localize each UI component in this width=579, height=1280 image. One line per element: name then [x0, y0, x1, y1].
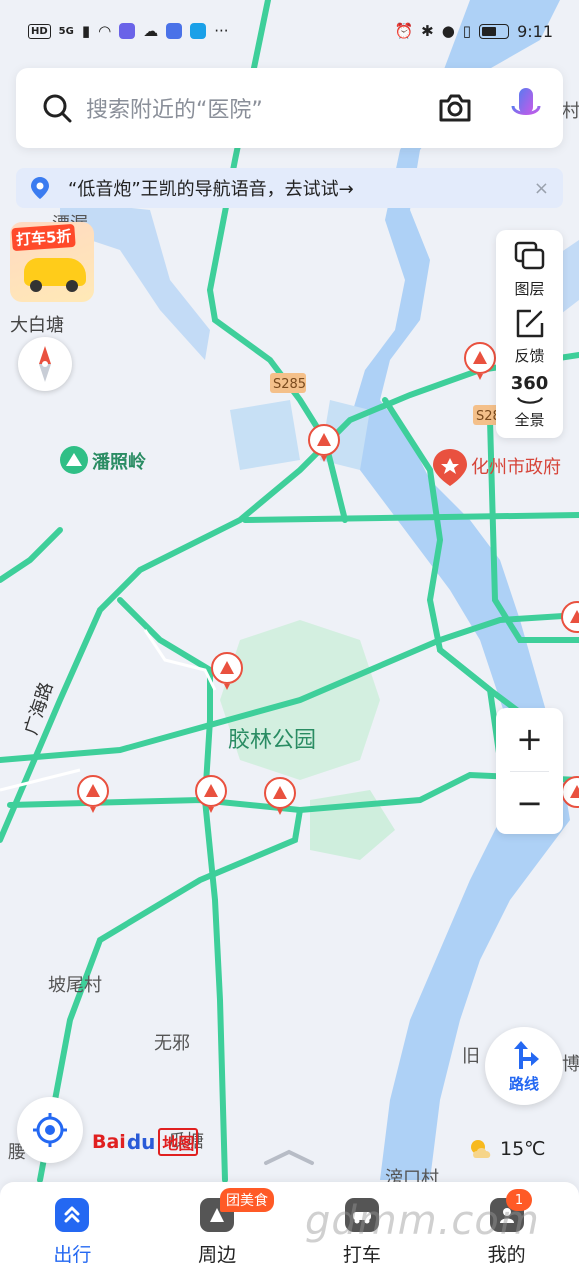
logo-text: Bai	[92, 1131, 126, 1153]
label-dabaitang: 大白塘	[10, 315, 64, 336]
car-icon	[24, 258, 86, 292]
crosshair-icon	[33, 1113, 67, 1147]
feedback-label: 反馈	[514, 346, 545, 365]
music-icon	[166, 23, 183, 39]
signal-label: 5G	[58, 25, 74, 37]
label-jiaolin-park: 胶林公园	[228, 728, 316, 753]
feedback-icon	[516, 309, 543, 337]
wifi-icon: ◠	[98, 21, 112, 40]
nav-label: 出行	[53, 1244, 92, 1266]
compass-button[interactable]	[18, 337, 72, 391]
locate-button[interactable]	[17, 1097, 83, 1163]
battery-icon	[479, 23, 510, 39]
location-pin-icon	[31, 177, 49, 199]
nav-label: 打车	[342, 1244, 381, 1266]
taxi-promo[interactable]: 打车5折	[10, 222, 94, 302]
app-icon	[119, 23, 136, 39]
label-powei: 坡尾村	[48, 975, 102, 996]
panorama-label: 全景	[514, 411, 545, 430]
notice-text[interactable]: “低音炮”王凯的导航语音，去试试→	[68, 175, 534, 201]
rotate-icon	[516, 397, 543, 405]
layers-icon	[514, 241, 544, 270]
mountain-icon	[60, 446, 88, 474]
weather-widget[interactable]: 15℃	[468, 1138, 546, 1160]
browser-icon	[190, 23, 207, 39]
hd-badge: HD	[28, 23, 51, 39]
label-panzhaoling: 潘照岭	[92, 451, 146, 473]
vibrate-icon: ▯	[462, 21, 472, 40]
food-badge: 团美食	[220, 1188, 274, 1212]
promo-label: 打车5折	[11, 223, 77, 252]
compass-icon	[39, 346, 51, 382]
layers-button[interactable]: 图层	[496, 238, 563, 305]
voice-icon[interactable]	[509, 86, 543, 130]
signal-bars-icon: ▮	[81, 21, 91, 40]
zoom-out-button[interactable]: −	[496, 772, 563, 835]
paw-icon: du	[126, 1130, 156, 1154]
voice-notice-banner[interactable]: “低音炮”王凯的导航语音，去试试→ ×	[16, 168, 563, 208]
label-cun: 村	[562, 101, 579, 122]
cloud-icon: ☁	[143, 21, 159, 40]
search-bar[interactable]: 搜索附近的“医院”	[16, 68, 563, 148]
clock: 9:11	[517, 21, 553, 41]
nav-item-travel[interactable]: 出行	[0, 1182, 145, 1280]
route-button[interactable]: 路线	[485, 1027, 563, 1105]
label-wuxie: 无邪	[154, 1033, 190, 1054]
more-icon: ···	[214, 21, 229, 40]
route-label: 路线	[508, 1074, 539, 1093]
temperature: 15℃	[500, 1138, 546, 1160]
search-icon	[43, 94, 72, 123]
label-jiu: 旧	[462, 1046, 480, 1067]
nav-label: 周边	[198, 1244, 237, 1266]
travel-icon	[55, 1198, 90, 1232]
logo-map-text: 地图	[158, 1128, 199, 1156]
map-tools-panel: 图层 反馈 360 全景	[496, 230, 563, 438]
location-icon: ●	[441, 21, 455, 40]
alarm-icon: ⏰	[394, 21, 414, 40]
layers-label: 图层	[514, 280, 545, 298]
panorama-button[interactable]: 360 全景	[496, 371, 563, 438]
route-arrow-icon	[514, 1040, 539, 1069]
label-s285: S285	[273, 377, 306, 392]
zoom-in-button[interactable]: +	[496, 708, 563, 771]
status-bar: HD 5G ▮ ◠ ☁ ··· ⏰ ✱ ● ▯ 9:11	[0, 0, 579, 62]
watermark: gdmm.com	[305, 1198, 540, 1244]
nav-label: 我的	[487, 1244, 526, 1266]
camera-icon[interactable]	[437, 90, 473, 126]
close-icon[interactable]: ×	[534, 178, 549, 199]
label-gov: 化州市政府	[471, 457, 561, 478]
baidu-map-logo: Bai du 地图	[92, 1128, 199, 1156]
bluetooth-icon: ✱	[421, 21, 434, 40]
expand-handle-icon[interactable]	[262, 1147, 316, 1167]
search-input[interactable]: 搜索附近的“医院”	[86, 92, 437, 124]
feedback-button[interactable]: 反馈	[496, 305, 563, 372]
partly-cloudy-icon	[471, 1140, 491, 1158]
panorama-360-icon: 360	[510, 373, 549, 395]
zoom-control: + −	[496, 708, 563, 834]
label-bo: 博	[562, 1054, 579, 1075]
